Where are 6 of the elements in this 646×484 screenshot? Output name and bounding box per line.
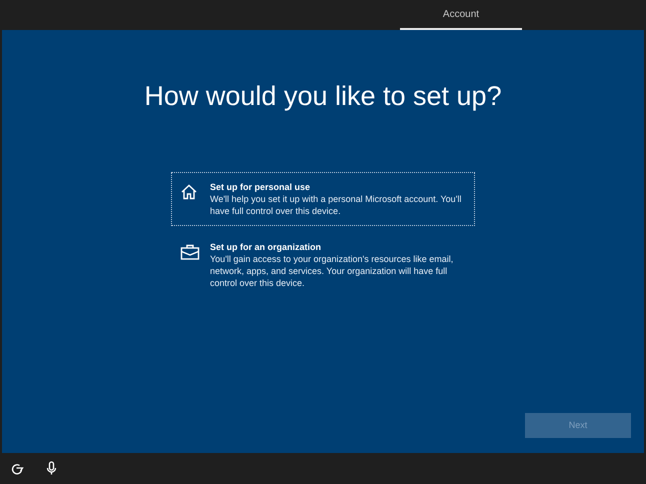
accessibility-icon[interactable]	[11, 461, 25, 476]
page-heading: How would you like to set up?	[144, 80, 502, 112]
microphone-icon[interactable]	[45, 461, 59, 476]
setup-option[interactable]: Set up for personal use We'll help you set it up with a personal Microsoft account. You'll have full control over this device.	[171, 172, 475, 226]
setup-option[interactable]: Set up for an organization You'll gain access to your organization's resources like email, network, apps, and services. Your organization will have full control over this device.	[171, 232, 475, 298]
briefcase-icon	[180, 243, 200, 262]
